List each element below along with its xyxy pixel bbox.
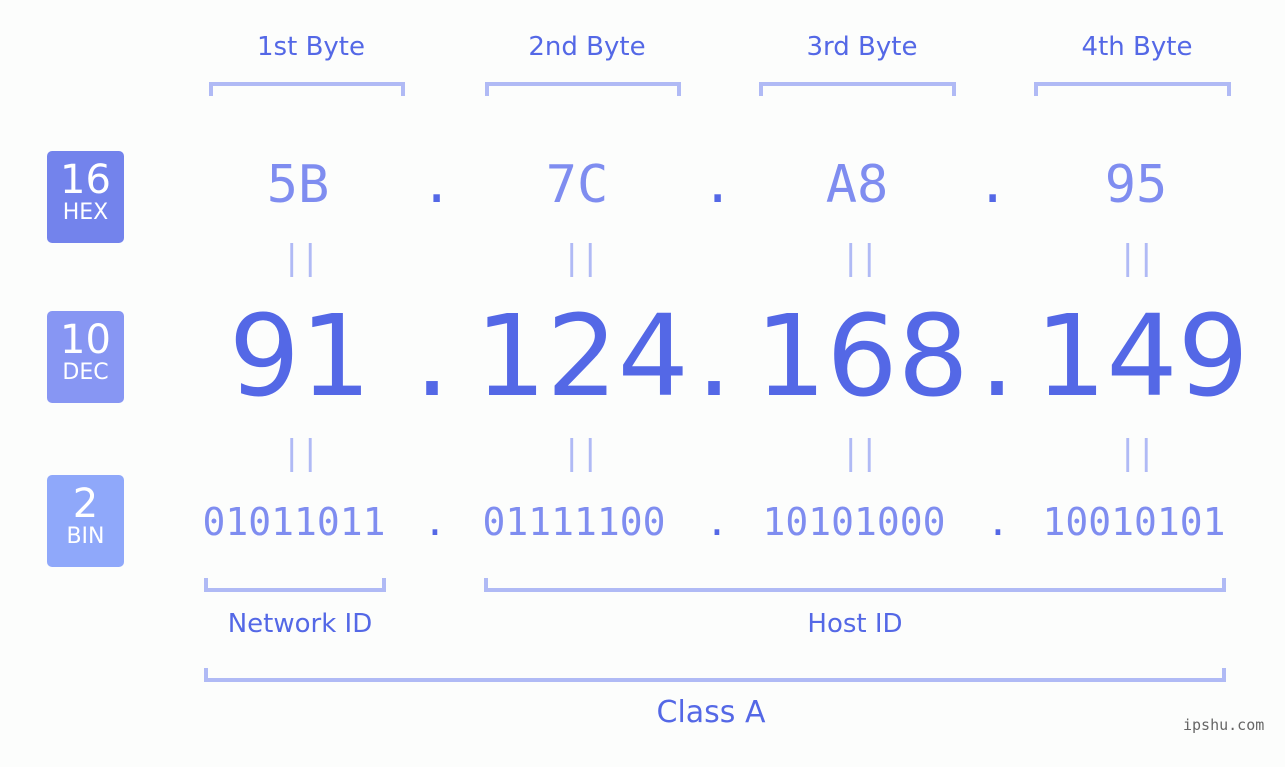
hex-dot-2: . [702,155,734,215]
hex-dot-3: . [977,155,1009,215]
hex-badge-base: 16 [60,157,111,203]
hex-octet-4: 95 [1104,155,1168,215]
hex-octet-3: A8 [825,155,889,215]
equals-sign: || [840,433,880,473]
hex-octet-2: 7C [545,155,609,215]
hex-badge-label: HEX [62,200,109,225]
equals-sign: || [281,433,321,473]
bin-badge: 2 BIN [47,475,124,567]
equals-sign: || [561,238,601,278]
byte-header-3: 3rd Byte [806,32,918,62]
dec-badge-label: DEC [62,360,109,385]
byte-header-1: 1st Byte [257,32,365,62]
byte-header-4: 4th Byte [1081,32,1193,62]
bin-octet-1: 01011011 [202,500,386,544]
bin-dot-2: . [705,500,729,544]
bin-octet-2: 01111100 [482,500,666,544]
bin-badge-label: BIN [66,524,105,549]
network-id-label: Network ID [227,609,373,639]
watermark: ipshu.com [1183,716,1265,734]
class-bracket [204,668,1226,682]
hex-dot-1: . [421,155,453,215]
class-label: Class A [656,695,766,730]
equals-sign: || [840,238,880,278]
host-id-label: Host ID [807,609,903,639]
byte-header-2: 2nd Byte [528,32,646,62]
dec-octet-3: 168 [755,292,969,422]
dec-octet-2: 124 [475,292,689,422]
bin-octet-3: 10101000 [762,500,946,544]
dec-octet-4: 149 [1035,292,1249,422]
bin-dot-1: . [423,500,447,544]
byte-bracket-3 [759,82,956,96]
equals-sign: || [1117,433,1157,473]
byte-bracket-2 [485,82,681,96]
dec-badge-base: 10 [60,317,111,363]
bin-dot-3: . [986,500,1010,544]
byte-bracket-4 [1034,82,1231,96]
hex-badge: 16 HEX [47,151,124,243]
dec-octet-1: 91 [228,292,372,422]
dec-badge: 10 DEC [47,311,124,403]
equals-sign: || [561,433,601,473]
equals-sign: || [1117,238,1157,278]
bin-badge-base: 2 [72,481,99,527]
host-id-bracket [484,578,1226,592]
bin-octet-4: 10010101 [1042,500,1226,544]
network-id-bracket [204,578,386,592]
hex-octet-1: 5B [266,155,330,215]
equals-sign: || [281,238,321,278]
byte-bracket-1 [209,82,405,96]
